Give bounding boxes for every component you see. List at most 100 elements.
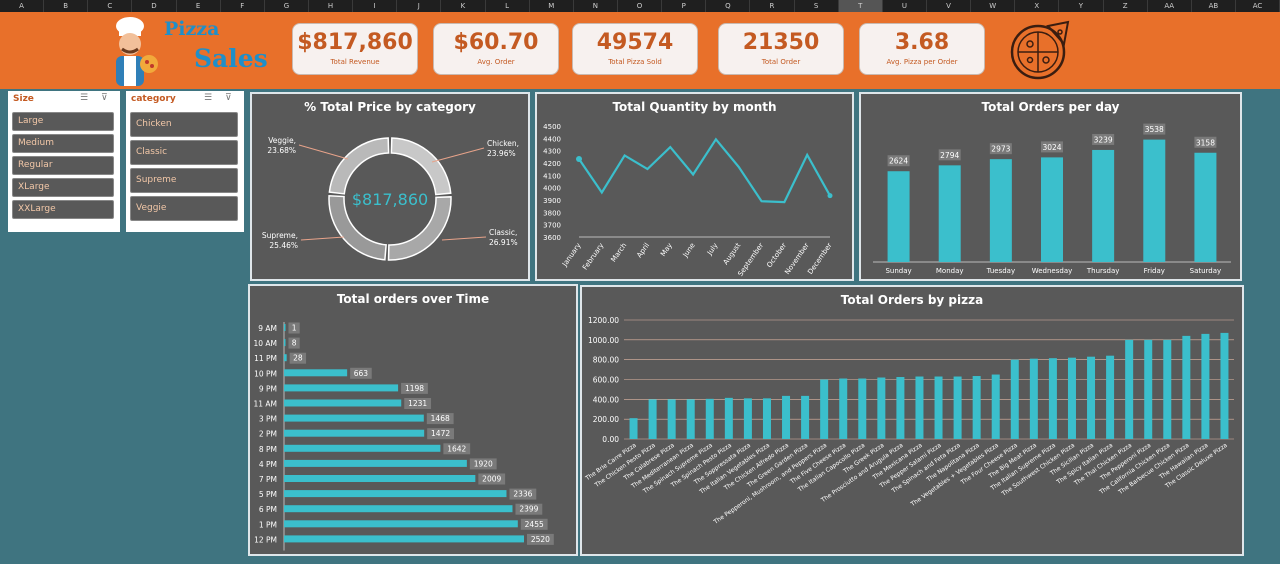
multi-select-icon[interactable]: ☰: [80, 93, 88, 103]
time-bar-value: 2399: [519, 505, 538, 514]
clear-filter-icon[interactable]: ⊽: [101, 93, 108, 103]
slicer-item-xxlarge[interactable]: XXLarge: [12, 200, 114, 219]
kpi-total-order: 21350 Total Order: [718, 23, 844, 75]
column-header-a[interactable]: A: [0, 0, 45, 12]
y-tick-label: 11 AM: [253, 400, 277, 409]
pizza-bar: [667, 399, 676, 439]
time-bar-value: 2009: [482, 475, 501, 484]
column-header-aa[interactable]: AA: [1148, 0, 1192, 12]
column-header-r[interactable]: R: [750, 0, 795, 12]
column-header-k[interactable]: K: [441, 0, 486, 12]
donut-chart-panel: % Total Price by category $817,860 Chicke…: [250, 92, 530, 281]
slicer-item-medium[interactable]: Medium: [12, 134, 114, 153]
donut-label-name: Supreme,: [262, 231, 298, 240]
time-bar: [284, 324, 286, 331]
y-tick-label: 4 PM: [259, 460, 277, 469]
day-bar-value: 2973: [991, 145, 1010, 154]
pizza-bar: [877, 377, 886, 439]
slicer-item-supreme[interactable]: Supreme: [130, 168, 238, 193]
kpi-label: Total Pizza Sold: [608, 58, 662, 66]
pizza-bar: [1201, 333, 1210, 439]
time-bar-value: 1642: [447, 444, 466, 453]
y-tick-label: 4200: [543, 160, 561, 168]
pizza-bar: [1220, 332, 1229, 439]
donut-slice-veggie: [328, 137, 390, 195]
time-bar-value: 28: [293, 354, 303, 363]
y-tick-label: 1 PM: [259, 520, 277, 529]
slicer-item-veggie[interactable]: Veggie: [130, 196, 238, 221]
column-header-ab[interactable]: AB: [1192, 0, 1236, 12]
pizza-bar: [953, 376, 962, 439]
column-header-o[interactable]: O: [618, 0, 663, 12]
y-tick-label: 6 PM: [259, 505, 277, 514]
column-header-t[interactable]: T: [838, 0, 883, 12]
column-header-f[interactable]: F: [221, 0, 265, 12]
slicer-item-large[interactable]: Large: [12, 112, 114, 131]
y-tick-label: 600.00: [593, 376, 619, 385]
multi-select-icon[interactable]: ☰: [204, 93, 212, 103]
column-header-s[interactable]: S: [795, 0, 839, 12]
pizza-bar: [1144, 339, 1153, 439]
kpi-value: $60.70: [453, 30, 539, 55]
x-tick-label: Monday: [936, 267, 964, 275]
y-tick-label: 4500: [543, 123, 561, 131]
y-tick-label: 9 AM: [258, 324, 277, 333]
donut-label-value: 26.91%: [489, 238, 518, 247]
day-bar-value: 2624: [889, 157, 908, 166]
pizza-bar: [1067, 357, 1076, 439]
pizza-bar: [991, 374, 1000, 439]
line-chart-panel: Total Quantity by month 3600 3700 3800 3900…: [535, 92, 854, 281]
pizza-bar: [724, 397, 733, 439]
x-tick-label: March: [609, 242, 628, 264]
y-tick-label: 0.00: [602, 435, 619, 444]
clear-filter-icon[interactable]: ⊽: [225, 93, 232, 103]
pizza-bar: [648, 399, 657, 439]
time-bar-value: 1231: [408, 399, 427, 408]
pizza-bar-chart: 0.00 200.00 400.00 600.00 800.00 1000.00 1200.…: [584, 316, 1234, 526]
column-header-x[interactable]: X: [1015, 0, 1060, 12]
category-slicer: category ☰ ⊽ Chicken Classic Supreme Veg…: [126, 91, 244, 232]
donut-center-value: $817,860: [352, 190, 428, 209]
donut-label-value: 23.68%: [267, 146, 296, 155]
pizza-sales-logo: Pizza Sales: [102, 14, 272, 88]
column-header-b[interactable]: B: [44, 0, 89, 12]
column-header-l[interactable]: L: [486, 0, 530, 12]
time-bar-chart: 9 AM 1 10 AM 8 11 PM 28 10 PM 663 9 PM 1198 11 AM 1…: [253, 322, 554, 551]
column-header-w[interactable]: W: [971, 0, 1016, 12]
title-line-2: Sales: [194, 44, 268, 73]
column-header-ac[interactable]: AC: [1236, 0, 1280, 12]
pizza-bar: [896, 377, 905, 439]
column-header-g[interactable]: G: [265, 0, 309, 12]
pizza-bar: [1087, 356, 1096, 439]
slicer-item-classic[interactable]: Classic: [130, 140, 238, 165]
donut-label-name: Chicken,: [487, 139, 519, 148]
slicer-item-xlarge[interactable]: XLarge: [12, 178, 114, 197]
column-header-m[interactable]: M: [530, 0, 574, 12]
column-header-d[interactable]: D: [132, 0, 177, 12]
column-header-q[interactable]: Q: [706, 0, 751, 12]
column-header-c[interactable]: C: [88, 0, 133, 12]
column-header-z[interactable]: Z: [1104, 0, 1148, 12]
y-tick-label: 8 PM: [259, 445, 277, 454]
column-header-i[interactable]: I: [353, 0, 398, 12]
slicer-item-chicken[interactable]: Chicken: [130, 112, 238, 137]
pizza-bar: [801, 395, 810, 439]
time-bar-value: 1472: [431, 429, 450, 438]
donut-slice-chicken: [390, 137, 452, 196]
column-header-n[interactable]: N: [574, 0, 618, 12]
column-header-h[interactable]: H: [309, 0, 354, 12]
y-tick-label: 10 PM: [254, 369, 277, 378]
column-header-j[interactable]: J: [397, 0, 442, 12]
day-bar: [887, 171, 910, 262]
column-header-e[interactable]: E: [177, 0, 221, 12]
time-bar: [284, 384, 399, 392]
column-header-y[interactable]: Y: [1059, 0, 1104, 12]
column-header-p[interactable]: P: [662, 0, 707, 12]
y-tick-label: 1000.00: [588, 336, 619, 345]
column-header-v[interactable]: V: [927, 0, 972, 12]
time-bar: [284, 505, 513, 513]
donut-chart: $817,860 Chicken,23.96% Classic,26.91% Supr…: [262, 136, 519, 261]
time-bar: [284, 414, 424, 422]
slicer-item-regular[interactable]: Regular: [12, 156, 114, 175]
column-header-u[interactable]: U: [883, 0, 927, 12]
